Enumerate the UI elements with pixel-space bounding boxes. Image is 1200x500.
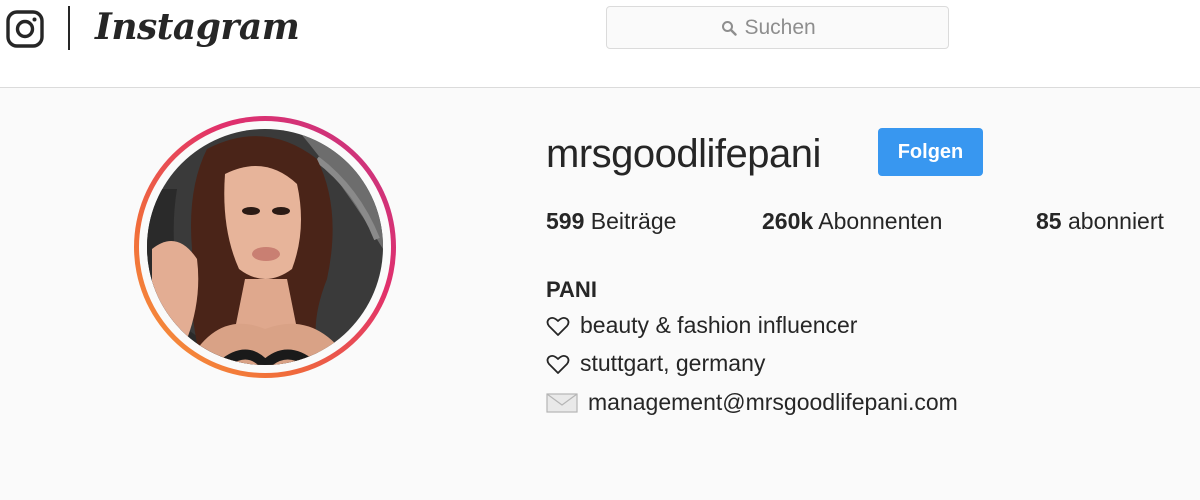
stat-followers[interactable]: 260k Abonnenten bbox=[762, 208, 942, 235]
follow-button[interactable]: Folgen bbox=[878, 128, 983, 176]
search-input[interactable] bbox=[744, 15, 835, 40]
avatar-ring-gap bbox=[139, 121, 391, 373]
stat-posts[interactable]: 599 Beiträge bbox=[546, 208, 676, 235]
bio-line: beauty & fashion influencer bbox=[546, 312, 857, 339]
following-count: 85 bbox=[1036, 208, 1062, 234]
bio-text: beauty & fashion influencer bbox=[580, 312, 858, 338]
profile-avatar-story-ring[interactable] bbox=[134, 116, 396, 378]
envelope-icon bbox=[546, 392, 578, 413]
bio-line: management@mrsgoodlifepani.com bbox=[546, 389, 958, 416]
instagram-wordmark-logo[interactable]: Instagram bbox=[95, 6, 300, 48]
bio-line: stuttgart, germany bbox=[546, 350, 765, 377]
profile-username: mrsgoodlifepani bbox=[546, 132, 821, 176]
followers-count: 260k bbox=[762, 208, 814, 234]
posts-count: 599 bbox=[546, 208, 585, 234]
bio-email-link[interactable]: management@mrsgoodlifepani.com bbox=[588, 389, 958, 416]
followers-label: Abonnenten bbox=[818, 208, 943, 234]
following-label: abonniert bbox=[1067, 208, 1164, 234]
posts-label: Beiträge bbox=[590, 208, 677, 234]
search-icon bbox=[721, 20, 737, 36]
profile-full-name: PANI bbox=[546, 277, 597, 302]
stat-following[interactable]: 85 abonniert bbox=[1036, 208, 1164, 235]
instagram-camera-icon[interactable] bbox=[6, 10, 44, 48]
search-box[interactable] bbox=[606, 6, 949, 49]
heart-outline-icon bbox=[546, 354, 570, 374]
top-navigation-bar: Instagram bbox=[0, 0, 1200, 88]
bio-text: stuttgart, germany bbox=[580, 350, 766, 376]
heart-outline-icon bbox=[546, 316, 570, 336]
profile-avatar[interactable] bbox=[147, 129, 383, 365]
logo-divider bbox=[68, 6, 70, 50]
